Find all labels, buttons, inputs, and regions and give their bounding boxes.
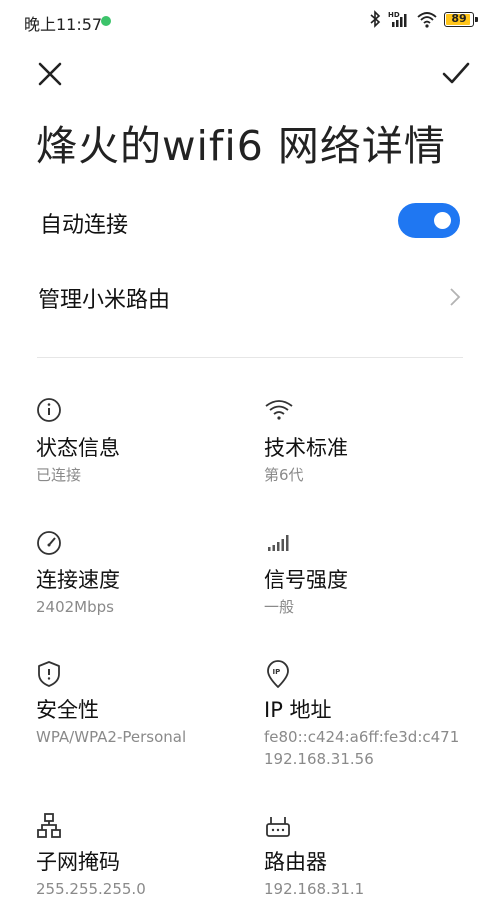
manage-router-row[interactable]: 管理小米路由: [0, 265, 500, 325]
info-icon: [37, 398, 61, 422]
auto-connect-label: 自动连接: [40, 213, 129, 238]
close-icon: [38, 62, 62, 86]
check-icon: [442, 62, 470, 84]
detail-value: 255.255.255.0: [36, 880, 146, 898]
detail-label: 子网掩码: [36, 850, 120, 874]
detail-value: 192.168.31.1: [264, 880, 365, 898]
detail-label: 路由器: [264, 850, 327, 874]
status-icons: HD 89: [368, 10, 478, 28]
detail-value: 2402Mbps: [36, 598, 114, 616]
security-shield-icon: [38, 661, 60, 687]
detail-value: 已连接: [36, 466, 82, 484]
hd-signal-icon: HD: [388, 10, 410, 28]
chevron-right-icon: [450, 288, 461, 306]
status-dot-icon: [101, 16, 111, 26]
battery-level: 89: [451, 11, 467, 25]
status-bar: 晚上11:57 HD 89: [0, 0, 500, 42]
wifi-standard-icon: [265, 400, 293, 420]
detail-value: 一般: [264, 598, 295, 616]
svg-text:HD: HD: [388, 11, 400, 19]
auto-connect-toggle[interactable]: [398, 203, 460, 238]
confirm-button[interactable]: [438, 56, 474, 92]
page-title: 烽火的wifi6 网络详情: [36, 122, 446, 170]
detail-label: IP 地址: [264, 698, 332, 722]
manage-router-label: 管理小米路由: [38, 288, 171, 313]
detail-label: 技术标准: [264, 436, 348, 460]
toggle-knob: [434, 212, 451, 229]
close-button[interactable]: [32, 56, 68, 92]
speed-gauge-icon: [37, 531, 61, 555]
detail-value: fe80::c424:a6ff:fe3d:c471 192.168.31.56: [264, 728, 460, 768]
status-time: 晚上11:57: [24, 15, 103, 34]
divider: [37, 357, 463, 358]
detail-value: WPA/WPA2-Personal: [36, 728, 187, 746]
detail-label: 状态信息: [36, 436, 120, 460]
bluetooth-icon: [368, 10, 382, 28]
router-icon: [266, 817, 290, 837]
battery-icon: 89: [444, 11, 478, 27]
wifi-icon: [416, 10, 438, 28]
detail-value: 第6代: [264, 466, 304, 484]
detail-label: 安全性: [36, 698, 99, 722]
ip-location-icon: IP: [267, 660, 289, 688]
detail-label: 信号强度: [264, 568, 348, 592]
detail-label: 连接速度: [36, 568, 120, 592]
signal-strength-icon: [268, 535, 289, 551]
subnet-network-icon: [37, 813, 61, 838]
svg-text:IP: IP: [273, 668, 281, 676]
